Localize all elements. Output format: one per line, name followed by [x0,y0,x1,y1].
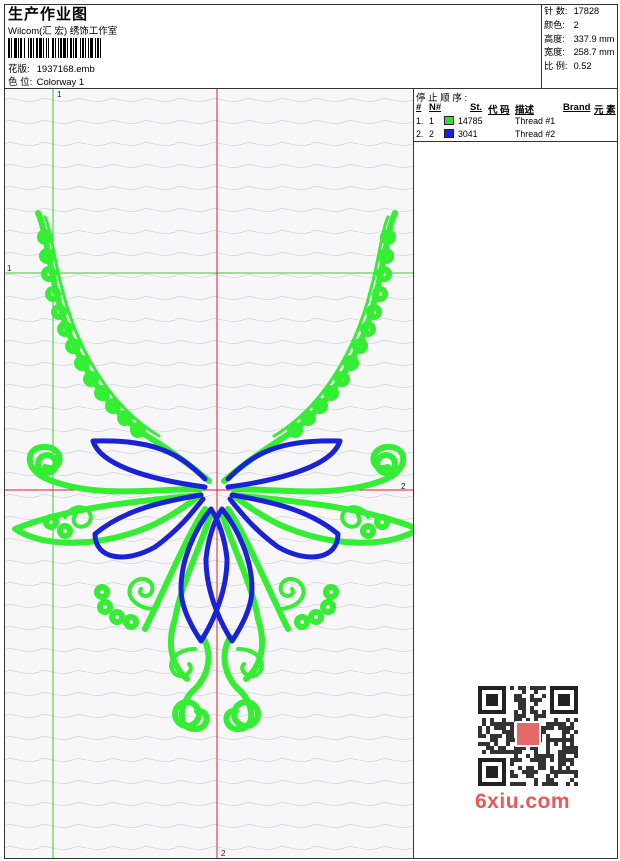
row1-color-swatch [444,116,454,125]
sequence-title: 停 止 顺 序 : [416,93,468,104]
col-element: 元 素 [594,105,616,116]
stats-panel: 针 数: 17828 颜色: 2 高度: 337.9 mm 宽度: 258.7 … [544,5,614,74]
row1-n: 1 [429,116,434,126]
col-hash: # [416,102,422,113]
page-title: 生产作业图 [8,6,89,23]
colorway-row: 色 位: Colorway 1 [8,74,84,88]
panel-divider [413,88,414,859]
row1-stitches: 14785 [458,116,483,126]
stat-scale: 比 例: 0.52 [544,61,592,72]
col-brand: Brand [563,102,591,113]
colorway-label: 色 位: [8,77,33,88]
red-vertical-axis-mark: 2 [221,849,226,858]
row2-desc: Thread #2 [515,129,556,139]
design-file-row: 花版: 1937168.emb [8,61,95,75]
barcode [8,38,101,58]
row2-index: 2. [416,129,424,139]
company-name: Wilcom(汇 宏) 绣饰工作室 [8,26,118,37]
stat-stitches: 针 数: 17828 [544,6,600,16]
green-horizontal-axis-mark: 1 [7,264,12,273]
col-st: St. [470,102,483,113]
stat-colors: 颜色: 2 [544,19,579,30]
design-file-label: 花版: [8,64,30,75]
col-desc: 描述 [515,105,535,116]
row2-color-swatch [444,129,454,138]
row1-desc: Thread #1 [515,116,556,126]
col-code: 代 码 [488,105,510,116]
sequence-divider [413,141,618,142]
col-n: N# [429,102,442,113]
stats-divider [541,4,542,88]
stat-width: 宽度: 258.7 mm [544,47,615,58]
row1-index: 1. [416,116,424,126]
row2-n: 2 [429,129,434,139]
colorway-value: Colorway 1 [36,77,85,88]
watermark-text: 6xiu.com [475,790,571,813]
red-horizontal-axis-mark: 2 [401,482,406,491]
green-vertical-axis-mark: 1 [57,90,62,99]
stat-height: 高度: 337.9 mm [544,33,615,44]
embroidery-design: 1 1 2 2 [5,89,413,858]
row2-stitches: 3041 [458,129,478,139]
